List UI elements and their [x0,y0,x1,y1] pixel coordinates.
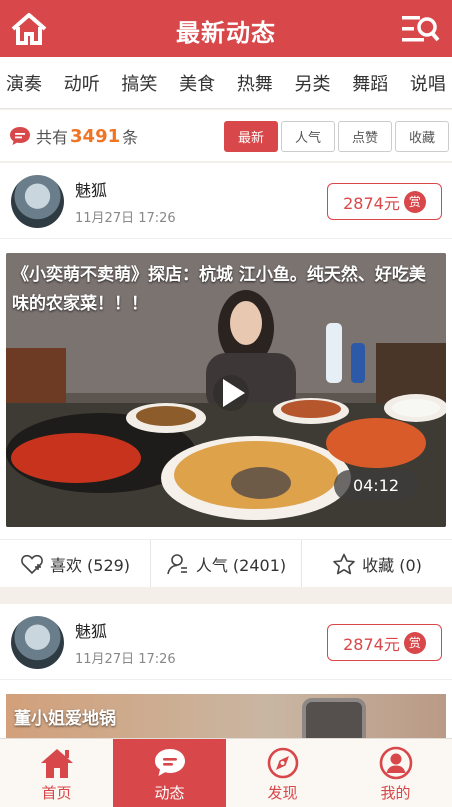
tab-label: 我的 [380,784,411,802]
tab-label: 动态 [154,784,185,802]
tab-discover[interactable]: 发现 [226,739,339,807]
category-item[interactable]: 说唱 [410,70,446,96]
chat-icon [154,749,185,776]
profile-icon [379,746,412,780]
category-item[interactable]: 热舞 [237,70,273,96]
category-item[interactable]: 动听 [64,70,100,96]
favorite-button[interactable]: 收藏 (0) [302,540,452,587]
reward-button[interactable]: 2874元 赏 [327,624,442,661]
category-item[interactable]: 搞笑 [121,70,157,96]
heart-icon [21,554,43,574]
username[interactable]: 魅狐 [75,177,107,201]
reward-badge: 赏 [403,631,426,654]
count-number: 3491 [70,125,121,147]
post-header: 魅狐 11月27日 17:26 2874元 赏 [0,604,452,680]
reward-amount: 2874元 [343,634,400,654]
reward-button[interactable]: 2874元 赏 [327,183,442,220]
top-bar: 最新动态 [0,0,452,57]
tab-feed[interactable]: 动态 [113,739,226,807]
bottom-tab-bar: 首页 动态 发现 我的 [0,738,452,807]
favorite-count: 收藏 (0) [362,555,422,575]
comment-icon [10,127,30,145]
category-item[interactable]: 另类 [295,70,331,96]
tab-me[interactable]: 我的 [339,739,452,807]
tab-likes[interactable]: 点赞 [338,121,392,152]
tab-favorites[interactable]: 收藏 [395,121,449,152]
post-card: 魅狐 11月27日 17:26 2874元 赏 董小姐爱地锅 [0,604,452,744]
total-count: 共有 3491 条 [8,124,138,148]
category-item[interactable]: 美食 [179,70,215,96]
tab-home[interactable]: 首页 [0,739,113,807]
post-header: 魅狐 11月27日 17:26 2874元 赏 [0,163,452,239]
avatar[interactable] [11,175,64,228]
video-duration: 04:12 [334,470,418,501]
avatar[interactable] [11,616,64,669]
like-count: 喜欢 (529) [49,555,131,575]
star-icon [333,553,355,574]
page-title: 最新动态 [176,19,276,47]
user-icon [167,553,187,574]
compass-icon [267,747,298,779]
filter-bar: 共有 3491 条 最新 人气 点赞 收藏 [0,110,452,162]
home-icon [40,749,73,778]
play-icon[interactable] [211,373,251,413]
username[interactable]: 魅狐 [75,618,107,642]
post-actions: 喜欢 (529) 人气 (2401) 收藏 (0) [0,539,452,587]
popularity-button[interactable]: 人气 (2401) [151,540,302,587]
reward-amount: 2874元 [343,193,400,213]
like-button[interactable]: 喜欢 (529) [0,540,151,587]
post-card: 魅狐 11月27日 17:26 2874元 赏 《小奕萌不卖萌》探店：杭城 江小… [0,163,452,587]
video-thumbnail[interactable]: 董小姐爱地锅 [6,694,446,744]
video-thumbnail[interactable]: 《小奕萌不卖萌》探店：杭城 江小鱼。纯天然、好吃美味的农家菜！！！ 04:12 [6,253,446,527]
popularity-count: 人气 (2401) [195,555,287,575]
category-bar: 演奏 动听 搞笑 美食 热舞 另类 舞蹈 说唱 [0,57,452,109]
reward-badge: 赏 [403,190,426,213]
tab-label: 首页 [41,784,72,802]
video-caption: 《小奕萌不卖萌》探店：杭城 江小鱼。纯天然、好吃美味的农家菜！！！ [12,265,426,314]
count-prefix: 共有 [36,128,69,147]
post-time: 11月27日 17:26 [75,652,176,667]
count-suffix: 条 [122,128,139,147]
post-time: 11月27日 17:26 [75,211,176,226]
tab-label: 发现 [267,784,298,802]
category-item[interactable]: 舞蹈 [352,70,388,96]
category-item[interactable]: 演奏 [6,70,42,96]
tab-latest[interactable]: 最新 [224,121,278,152]
tab-popular[interactable]: 人气 [281,121,335,152]
video-caption: 董小姐爱地锅 [14,709,116,729]
search-list-icon[interactable] [400,12,440,46]
sort-tabs: 最新 人气 点赞 收藏 [221,121,449,152]
